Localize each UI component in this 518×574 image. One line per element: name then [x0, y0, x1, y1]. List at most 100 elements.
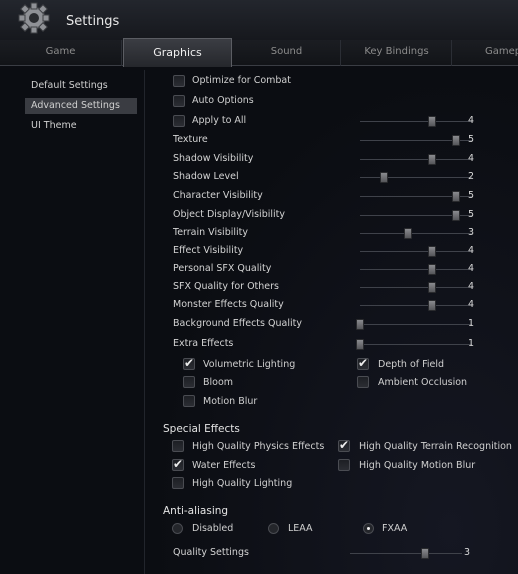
volumetric-lighting-label: Volumetric Lighting — [203, 359, 296, 370]
auto-options-label: Auto Options — [192, 95, 254, 106]
optimize-for-combat-checkbox[interactable] — [173, 75, 185, 87]
sidebar-item-advanced-settings[interactable]: Advanced Settings — [25, 98, 137, 114]
ambient-occlusion-checkbox[interactable] — [357, 376, 369, 388]
slider-value: 3 — [467, 227, 474, 238]
slider-value: 5 — [467, 209, 474, 220]
tab-key-bindings[interactable]: Key Bindings — [342, 40, 452, 66]
ambient-occlusion-label: Ambient Occlusion — [378, 377, 468, 388]
slider-label: Texture — [173, 134, 208, 145]
slider-thumb[interactable] — [356, 319, 364, 330]
slider-row-quality-settings: Quality Settings 3 — [150, 544, 518, 562]
apply-to-all-slider-thumb[interactable] — [428, 116, 436, 127]
aa-fxaa-radio[interactable] — [363, 523, 374, 534]
tab-game[interactable]: Game — [0, 40, 122, 66]
slider-row-shadow-visibility: Shadow Visibility 4 — [150, 150, 518, 168]
slider-row-personal-sfx-quality: Personal SFX Quality 4 — [150, 260, 518, 278]
auto-options-checkbox[interactable] — [173, 95, 185, 107]
title-bar: Settings — [0, 0, 518, 40]
hq-terrain-recognition-label: High Quality Terrain Recognition — [359, 441, 512, 452]
slider-thumb[interactable] — [428, 282, 436, 293]
volumetric-lighting-checkbox[interactable]: ✔ — [183, 356, 195, 370]
slider-value: 4 — [467, 299, 474, 310]
slider-thumb[interactable] — [452, 210, 460, 221]
slider-row-shadow-level: Shadow Level 2 — [150, 168, 518, 186]
slider-row-background-effects-quality: Background Effects Quality 1 — [150, 315, 518, 333]
tab-graphics[interactable]: Graphics — [123, 38, 232, 67]
sidebar: Default Settings Advanced Settings UI Th… — [21, 70, 145, 574]
tab-bar: Game Graphics Sound Key Bindings Gamep — [0, 38, 518, 67]
tab-gamepad[interactable]: Gamep — [453, 40, 518, 66]
aa-leaa-label: LEAA — [288, 523, 313, 534]
slider-value: 4 — [467, 245, 474, 256]
slider-thumb[interactable] — [356, 339, 364, 350]
slider-row-texture: Texture 5 — [150, 131, 518, 149]
aa-disabled-radio[interactable] — [172, 523, 183, 534]
water-effects-label: Water Effects — [192, 460, 256, 471]
hq-motion-blur-checkbox[interactable] — [338, 459, 350, 471]
slider-label: Personal SFX Quality — [173, 263, 272, 274]
depth-of-field-checkbox[interactable]: ✔ — [357, 356, 369, 370]
slider-label: Monster Effects Quality — [173, 299, 284, 310]
bloom-checkbox[interactable] — [183, 376, 195, 388]
slider-value: 4 — [467, 281, 474, 292]
slider-value: 1 — [467, 318, 474, 329]
slider-thumb[interactable] — [404, 228, 412, 239]
anti-aliasing-heading: Anti-aliasing — [163, 505, 229, 517]
slider-thumb[interactable] — [428, 300, 436, 311]
hq-physics-effects-label: High Quality Physics Effects — [192, 441, 325, 452]
hq-lighting-label: High Quality Lighting — [192, 478, 293, 489]
slider-row-character-visibility: Character Visibility 5 — [150, 187, 518, 205]
slider-track — [360, 344, 472, 345]
slider-row-effect-visibility: Effect Visibility 4 — [150, 242, 518, 260]
sidebar-item-default-settings[interactable]: Default Settings — [25, 78, 137, 94]
slider-track — [350, 553, 462, 554]
slider-track — [360, 121, 472, 122]
checkmark-icon: ✔ — [358, 356, 369, 370]
slider-track — [360, 159, 472, 160]
slider-value: 4 — [467, 153, 474, 164]
motion-blur-checkbox[interactable] — [183, 395, 195, 407]
hq-physics-effects-checkbox[interactable] — [172, 440, 184, 452]
slider-row-sfx-quality-for-others: SFX Quality for Others 4 — [150, 278, 518, 296]
slider-thumb[interactable] — [452, 135, 460, 146]
slider-track — [360, 177, 472, 178]
bloom-label: Bloom — [203, 377, 234, 388]
slider-row-monster-effects-quality: Monster Effects Quality 4 — [150, 296, 518, 314]
slider-thumb[interactable] — [452, 191, 460, 202]
slider-thumb[interactable] — [380, 172, 388, 183]
slider-value: 2 — [467, 171, 474, 182]
slider-label: Extra Effects — [173, 338, 234, 349]
slider-track — [360, 305, 472, 306]
slider-label: Terrain Visibility — [173, 227, 248, 238]
hq-terrain-recognition-checkbox[interactable]: ✔ — [338, 438, 350, 452]
slider-thumb[interactable] — [421, 548, 429, 559]
tab-sound[interactable]: Sound — [233, 40, 341, 66]
window-title: Settings — [66, 14, 120, 29]
hq-lighting-checkbox[interactable] — [172, 477, 184, 489]
slider-label: Shadow Level — [173, 171, 239, 182]
aa-fxaa-label: FXAA — [382, 523, 408, 534]
slider-row-extra-effects: Extra Effects 1 — [150, 335, 518, 353]
hq-motion-blur-label: High Quality Motion Blur — [359, 460, 476, 471]
slider-value: 4 — [467, 115, 474, 126]
slider-track — [360, 251, 472, 252]
gear-icon — [18, 2, 50, 34]
aa-leaa-radio[interactable] — [268, 523, 279, 534]
slider-thumb[interactable] — [428, 154, 436, 165]
motion-blur-label: Motion Blur — [203, 396, 258, 407]
slider-thumb[interactable] — [428, 246, 436, 257]
slider-label: Quality Settings — [173, 547, 249, 558]
aa-disabled-label: Disabled — [192, 523, 234, 534]
sidebar-item-ui-theme[interactable]: UI Theme — [25, 118, 137, 134]
slider-value: 5 — [467, 190, 474, 201]
water-effects-checkbox[interactable]: ✔ — [172, 457, 184, 471]
slider-value: 3 — [463, 547, 470, 558]
slider-label: Background Effects Quality — [173, 318, 302, 329]
slider-value: 5 — [467, 134, 474, 145]
slider-row-terrain-visibility: Terrain Visibility 3 — [150, 224, 518, 242]
slider-thumb[interactable] — [428, 264, 436, 275]
special-effects-heading: Special Effects — [163, 423, 240, 435]
slider-label: Effect Visibility — [173, 245, 244, 256]
slider-value: 1 — [467, 338, 474, 349]
slider-label: Character Visibility — [173, 190, 263, 201]
